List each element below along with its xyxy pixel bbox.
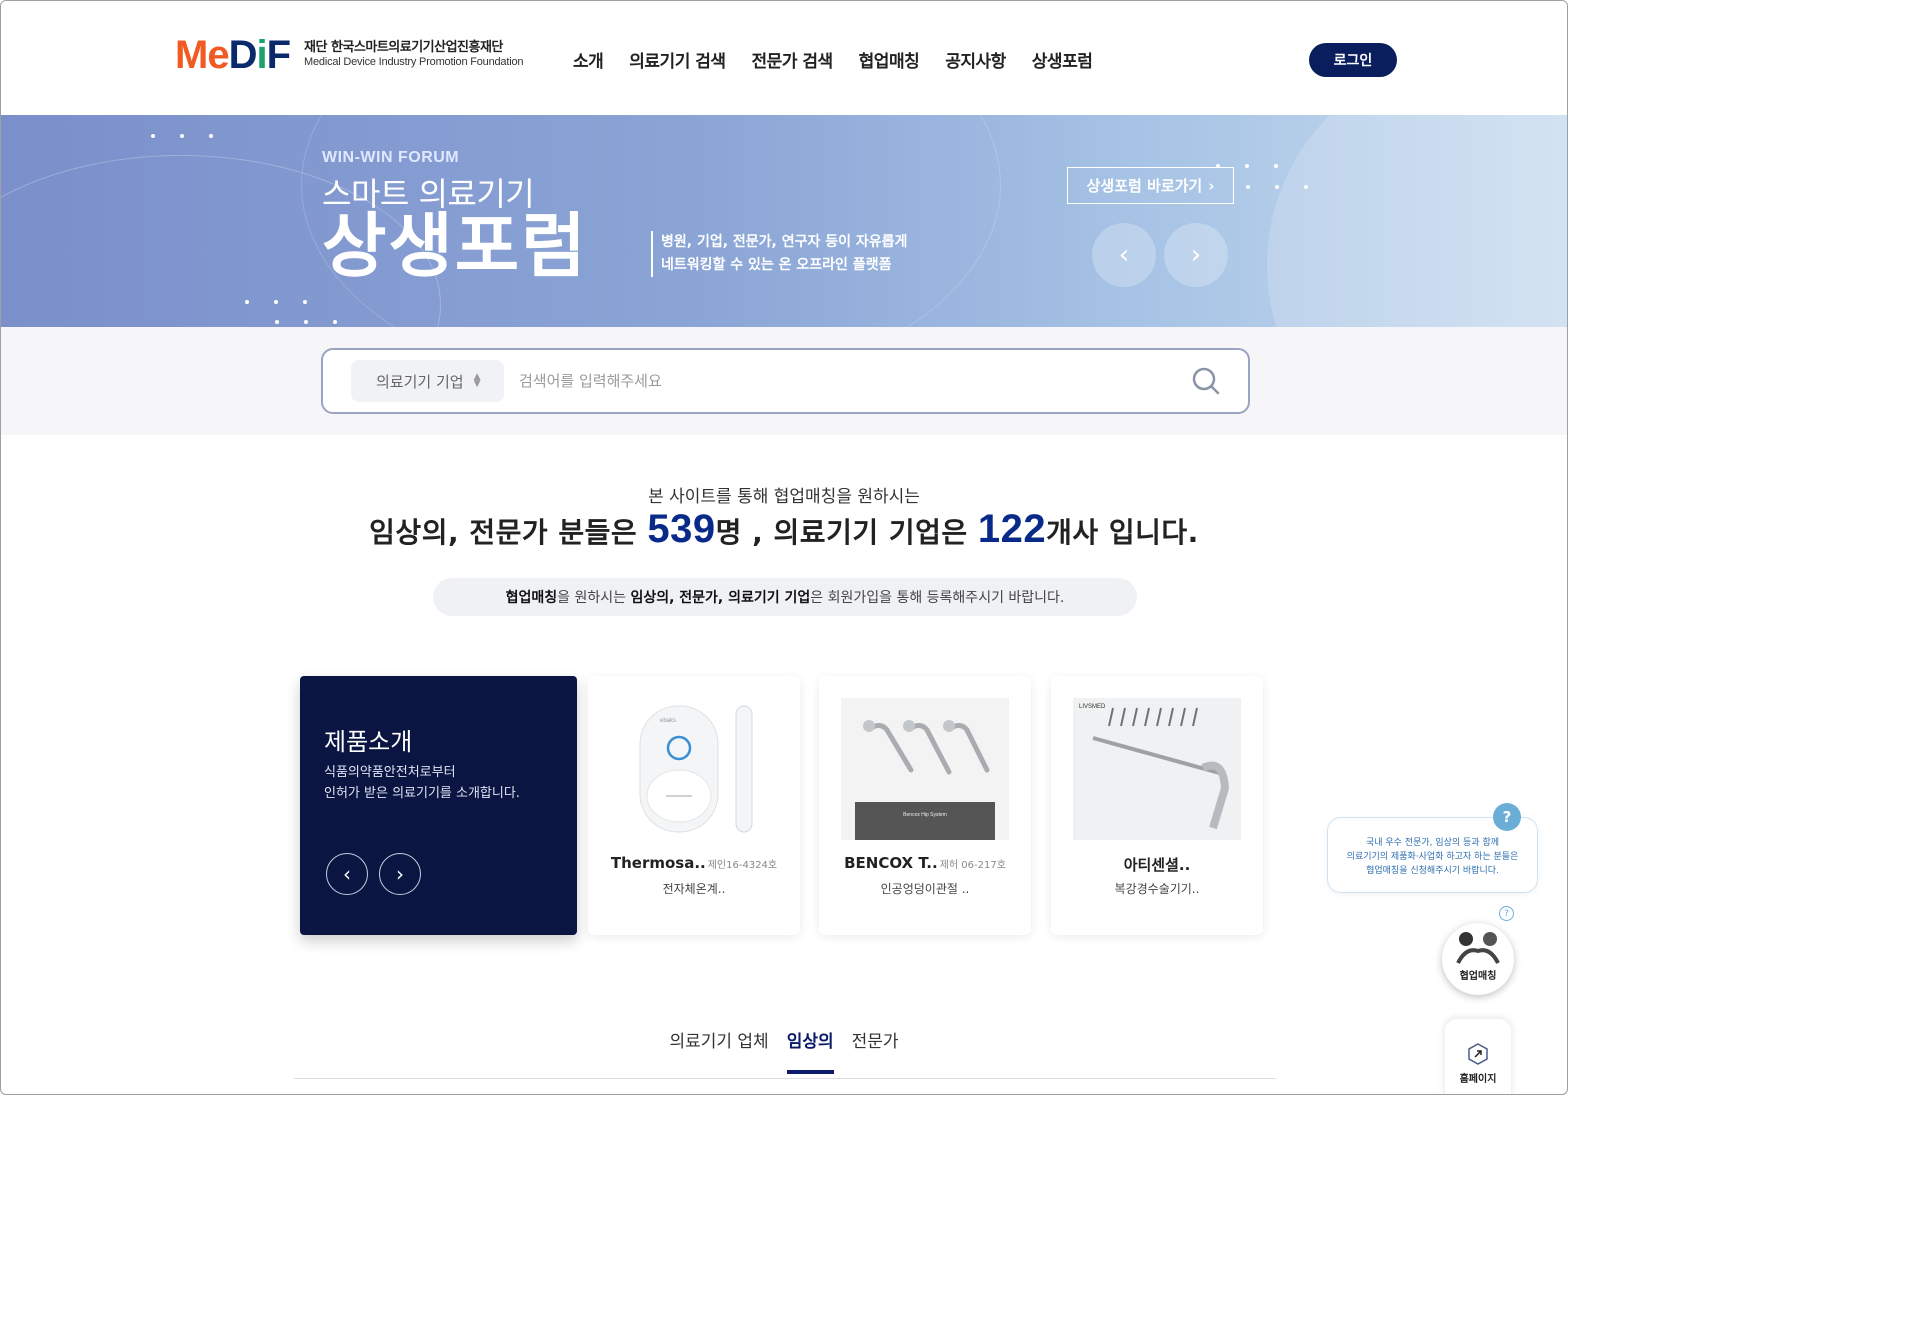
hero-banner: WIN-WIN FORUM 스마트 의료기기 상생포럼 병원, 기업, 전문가,… <box>1 115 1567 327</box>
hero-title: 상생포럼 <box>322 205 588 287</box>
thermometer-product-image: ebaks <box>639 705 753 833</box>
logo-english-name: Medical Device Industry Promotion Founda… <box>304 56 524 69</box>
intro-desc-line: 식품의약품안전처로부터 <box>324 765 456 780</box>
product-card[interactable]: LIVSMED 아티센셜.. 복강경수술기기.. <box>1051 676 1263 935</box>
tab-expert[interactable]: 전문가 <box>852 1027 899 1074</box>
page-frame: MeDiF 재단 한국스마트의료기기산업진흥재단 Medical Device … <box>0 0 1568 1095</box>
product-name-text: BENCOX T.. <box>844 854 938 872</box>
chevron-right-icon: › <box>1190 240 1202 270</box>
nav-item-expert-search[interactable]: 전문가 검색 <box>752 47 834 72</box>
product-next-button[interactable]: › <box>379 853 421 895</box>
search-category-value: 의료기기 기업 <box>376 372 464 391</box>
experts-count: 539 <box>647 507 716 551</box>
chevron-left-icon: ‹ <box>343 862 351 886</box>
product-intro-card: 제품소개 식품의약품안전처로부터 인허가 받은 의료기기를 소개합니다. ‹ › <box>300 676 577 935</box>
stats-text: 명 , 의료기기 기업은 <box>715 516 978 549</box>
site-header: MeDiF 재단 한국스마트의료기기산업진흥재단 Medical Device … <box>1 1 1567 115</box>
help-line: 협업매칭을 신청해주시기 바랍니다. <box>1366 866 1499 876</box>
product-category: 전자체온계.. <box>662 882 726 896</box>
notice-bold: 임상의, 전문가, 의료기기 기업 <box>630 590 811 606</box>
search-icon[interactable] <box>1190 365 1222 397</box>
external-link-icon <box>1468 1043 1488 1065</box>
logo-mark: MeDiF <box>175 33 291 77</box>
chevron-left-icon: ‹ <box>1118 240 1130 270</box>
product-name-text: Thermosa.. <box>610 854 706 872</box>
product-name: BENCOX T.. 제허 06-217호 <box>819 854 1031 872</box>
forum-shortcut-button[interactable]: 상생포럼 바로가기 › <box>1067 167 1234 204</box>
hero-desc-line: 네트워킹할 수 있는 온 오프라인 플랫폼 <box>661 257 892 273</box>
product-category: 복강경수술기기.. <box>1114 882 1200 896</box>
help-line: 국내 우수 전문가, 임상의 등과 함께 <box>1365 838 1500 848</box>
tab-device-company[interactable]: 의료기기 업체 <box>669 1027 768 1074</box>
search-input[interactable] <box>519 364 1159 398</box>
hero-desc-line: 병원, 기업, 전문가, 연구자 등이 자유롭게 <box>661 234 908 250</box>
search-category-select[interactable]: 의료기기 기업 ▲ ▼ <box>351 360 504 402</box>
hero-decoration <box>1267 115 1567 327</box>
svg-text:ebaks: ebaks <box>660 718 676 724</box>
help-question-icon[interactable]: ? <box>1493 803 1521 831</box>
hip-implant-product-image: Bencox Hip System <box>841 698 1009 840</box>
hero-description: 병원, 기업, 전문가, 연구자 등이 자유롭게 네트워킹할 수 있는 온 오프… <box>651 231 907 277</box>
product-prev-button[interactable]: ‹ <box>326 853 368 895</box>
hero-eyebrow: WIN-WIN FORUM <box>322 149 460 166</box>
hero-dots <box>151 123 238 142</box>
stats-intro: 본 사이트를 통해 협업매칭을 원하시는 <box>648 487 920 507</box>
help-question-small-icon[interactable]: ? <box>1499 906 1514 921</box>
sort-arrows-icon: ▲ ▼ <box>473 371 481 389</box>
product-name: 아티센셜.. <box>1051 854 1263 875</box>
product-card[interactable]: ebaks Thermosa.. 제인16-4324호 전자체온계.. <box>588 676 800 935</box>
laparoscopic-product-image: LIVSMED <box>1073 698 1241 840</box>
homepage-float-label: 홈페이지 <box>1459 1074 1497 1085</box>
product-name: Thermosa.. 제인16-4324호 <box>588 854 800 872</box>
companies-count: 122 <box>977 507 1047 551</box>
stats-text: 개사 입니다. <box>1046 516 1199 549</box>
stats-text: 임상의, 전문가 분들은 <box>369 516 648 549</box>
product-approval-code: 제인16-4324호 <box>707 860 778 871</box>
nav-item-forum[interactable]: 상생포럼 <box>1032 47 1093 72</box>
chevron-right-icon: › <box>396 862 404 886</box>
nav-item-device-search[interactable]: 의료기기 검색 <box>629 47 726 72</box>
forum-shortcut-label: 상생포럼 바로가기 <box>1086 177 1203 195</box>
logo-text: 재단 한국스마트의료기기산업진흥재단 Medical Device Indust… <box>304 40 524 69</box>
search-bar: 의료기기 기업 ▲ ▼ <box>321 348 1250 414</box>
notice-text: 은 회원가입을 통해 등록해주시기 바랍니다. <box>810 590 1065 606</box>
nav-item-intro[interactable]: 소개 <box>573 47 604 72</box>
stats-counts: 임상의, 전문가 분들은 539명 , 의료기기 기업은 122개사 입니다. <box>1 507 1567 552</box>
product-category: 인공엉덩이관절 .. <box>880 882 970 896</box>
hero-next-button[interactable]: › <box>1164 223 1228 287</box>
nav-item-matching[interactable]: 협업매칭 <box>859 47 920 72</box>
registration-notice: 협업매칭을 원하시는 임상의, 전문가, 의료기기 기업은 회원가입을 통해 등… <box>433 578 1137 616</box>
notice-bold: 협업매칭 <box>505 590 558 606</box>
tab-clinician[interactable]: 임상의 <box>786 1027 834 1074</box>
handshake-icon <box>1456 932 1500 964</box>
login-button[interactable]: 로그인 <box>1309 43 1397 77</box>
tab-divider <box>294 1078 1276 1079</box>
hero-dots <box>275 309 362 327</box>
nav-item-notice[interactable]: 공지사항 <box>945 47 1006 72</box>
matching-float-button[interactable]: 협업매칭 <box>1442 923 1514 995</box>
intro-desc-line: 인허가 받은 의료기기를 소개합니다. <box>324 786 520 801</box>
notice-text: 을 원하시는 <box>557 590 631 606</box>
product-name-text: 아티센셜.. <box>1123 856 1191 874</box>
product-intro-description: 식품의약품안전처로부터 인허가 받은 의료기기를 소개합니다. <box>324 762 520 804</box>
site-logo[interactable]: MeDiF 재단 한국스마트의료기기산업진흥재단 Medical Device … <box>175 35 523 75</box>
svg-text:LIVSMED: LIVSMED <box>1079 704 1106 710</box>
help-line: 의료기기의 제품화·사업화 하고자 하는 분들은 <box>1346 852 1519 862</box>
svg-text:Bencox Hip System: Bencox Hip System <box>903 812 947 818</box>
hero-prev-button[interactable]: ‹ <box>1092 223 1156 287</box>
product-approval-code: 제허 06-217호 <box>939 860 1006 871</box>
product-intro-title: 제품소개 <box>324 728 413 756</box>
member-type-tabs: 의료기기 업체 임상의 전문가 <box>1 1027 1567 1074</box>
homepage-float-button[interactable]: 홈페이지 <box>1445 1019 1511 1094</box>
hero-dots <box>245 289 332 308</box>
logo-korean-name: 재단 한국스마트의료기기산업진흥재단 <box>304 40 503 56</box>
product-card[interactable]: Bencox Hip System BENCOX T.. 제허 06-217호 인… <box>819 676 1031 935</box>
chevron-right-icon: › <box>1208 176 1215 195</box>
matching-float-label: 협업매칭 <box>1459 971 1497 982</box>
main-nav: 소개 의료기기 검색 전문가 검색 협업매칭 공지사항 상생포럼 <box>573 47 1093 72</box>
hero-dots <box>1246 174 1333 193</box>
